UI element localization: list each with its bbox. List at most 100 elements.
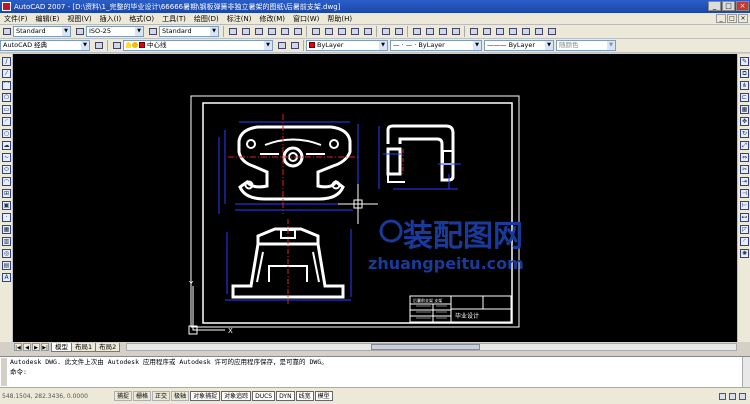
dyn-toggle[interactable]: DYN [276, 391, 295, 401]
doc-close-button[interactable]: × [738, 14, 748, 23]
text-style-icon[interactable] [1, 26, 12, 37]
arc-icon[interactable]: ◜ [2, 117, 11, 126]
print-preview-icon[interactable] [279, 26, 290, 37]
join-icon[interactable]: ⊷ [740, 213, 749, 222]
trim-icon[interactable]: ✂ [740, 165, 749, 174]
make-current-layer-icon[interactable] [276, 40, 287, 51]
command-scrollbar[interactable] [742, 357, 750, 387]
polar-toggle[interactable]: 极轴 [171, 391, 190, 401]
coordinate-readout[interactable]: 548.1504, 282.3436, 0.0000 [0, 393, 114, 400]
ellipse-icon[interactable]: ⬭ [2, 165, 11, 174]
line-icon[interactable]: / [2, 57, 11, 66]
scroll-thumb[interactable] [370, 344, 481, 350]
menu-format[interactable]: 格式(O) [125, 14, 158, 24]
tab-layout2[interactable]: 布局2 [95, 342, 121, 352]
redo-icon[interactable] [393, 26, 404, 37]
menu-insert[interactable]: 插入(I) [96, 14, 126, 24]
menu-draw[interactable]: 绘图(D) [190, 14, 223, 24]
menu-tools[interactable]: 工具(T) [158, 14, 190, 24]
command-window[interactable]: Autodesk DWG. 此文件上次由 Autodesk 应用程序或 Auto… [0, 356, 750, 387]
menu-modify[interactable]: 修改(M) [255, 14, 289, 24]
offset-icon[interactable]: ⊏ [740, 93, 749, 102]
lineweight-select[interactable]: ——— ByLayer ▼ [484, 40, 554, 51]
region-icon[interactable]: ◎ [2, 249, 11, 258]
menu-help[interactable]: 帮助(H) [323, 14, 356, 24]
pan-icon[interactable] [411, 26, 422, 37]
match-properties-icon[interactable] [349, 26, 360, 37]
osnap-toggle[interactable]: 对象捕捉 [190, 391, 221, 401]
scale-icon[interactable]: ⤢ [740, 141, 749, 150]
spline-icon[interactable]: ~ [2, 153, 11, 162]
drawing-canvas[interactable]: 后暑前支架 支架 毕业设计 装配图网 zhuangpeitu.com Y X [13, 54, 737, 342]
fillet-icon[interactable]: ◜ [740, 237, 749, 246]
close-button[interactable]: × [736, 1, 749, 11]
command-input[interactable] [0, 377, 750, 387]
command-prompt[interactable]: 命令: [0, 367, 750, 377]
publish-icon[interactable] [292, 26, 303, 37]
doc-minimize-button[interactable]: _ [716, 14, 726, 23]
gradient-icon[interactable]: ▥ [2, 237, 11, 246]
menu-view[interactable]: 视图(V) [63, 14, 95, 24]
dock-handle[interactable] [1, 358, 7, 386]
linetype-select[interactable]: — · — · ByLayer ▼ [390, 40, 482, 51]
table-style-select[interactable]: Standard ▼ [159, 26, 219, 37]
layer-previous-icon[interactable] [289, 40, 300, 51]
construction-line-icon[interactable]: ⁄ [2, 69, 11, 78]
snap-toggle[interactable]: 捕捉 [114, 391, 133, 401]
break-icon[interactable]: ⊢ [740, 201, 749, 210]
layer-manager-icon[interactable] [111, 40, 122, 51]
undo-icon[interactable] [380, 26, 391, 37]
mtext-icon[interactable]: A [2, 273, 11, 282]
chamfer-icon[interactable]: ◸ [740, 225, 749, 234]
copy-icon[interactable]: ⧉ [740, 69, 749, 78]
dim-style-select[interactable]: ISO-25 ▼ [86, 26, 144, 37]
tab-layout1[interactable]: 布局1 [71, 342, 97, 352]
workspace-select[interactable]: AutoCAD 经典 ▼ [0, 40, 90, 51]
stretch-icon[interactable]: ⇔ [740, 153, 749, 162]
text-style-select[interactable]: Standard ▼ [13, 26, 71, 37]
save-icon[interactable] [253, 26, 264, 37]
new-file-icon[interactable] [227, 26, 238, 37]
copy-icon[interactable] [323, 26, 334, 37]
markup-icon[interactable] [520, 26, 531, 37]
sheet-set-icon[interactable] [507, 26, 518, 37]
maximize-button[interactable]: □ [722, 1, 735, 11]
horizontal-scrollbar[interactable] [126, 343, 737, 351]
properties-icon[interactable] [468, 26, 479, 37]
ortho-toggle[interactable]: 正交 [152, 391, 171, 401]
polygon-icon[interactable]: ⬠ [2, 93, 11, 102]
color-select[interactable]: ByLayer ▼ [306, 40, 388, 51]
hatch-icon[interactable]: ▦ [2, 225, 11, 234]
otrack-toggle[interactable]: 对象追踪 [221, 391, 252, 401]
zoom-realtime-icon[interactable] [424, 26, 435, 37]
extend-icon[interactable]: ⇥ [740, 177, 749, 186]
first-tab-button[interactable]: |◀ [14, 343, 22, 351]
zoom-previous-icon[interactable] [450, 26, 461, 37]
circle-icon[interactable]: ○ [2, 129, 11, 138]
rotate-icon[interactable]: ↻ [740, 129, 749, 138]
menu-dimension[interactable]: 标注(N) [223, 14, 256, 24]
rectangle-icon[interactable]: ▭ [2, 105, 11, 114]
lock-icon[interactable] [729, 392, 736, 400]
dim-style-icon[interactable] [74, 26, 85, 37]
last-tab-button[interactable]: ▶| [41, 343, 49, 351]
minimize-button[interactable]: _ [708, 1, 721, 11]
open-file-icon[interactable] [240, 26, 251, 37]
model-toggle[interactable]: 模型 [314, 391, 333, 401]
menu-file[interactable]: 文件(F) [0, 14, 32, 24]
zoom-window-icon[interactable] [437, 26, 448, 37]
array-icon[interactable]: ▦ [740, 105, 749, 114]
doc-restore-button[interactable]: □ [727, 14, 737, 23]
menu-edit[interactable]: 编辑(E) [32, 14, 64, 24]
communication-center-icon[interactable] [719, 392, 726, 400]
plotstyle-select[interactable]: 随颜色 ▼ [556, 40, 616, 51]
table-icon[interactable]: ▤ [2, 261, 11, 270]
grid-toggle[interactable]: 栅格 [133, 391, 152, 401]
revision-cloud-icon[interactable]: ☁ [2, 141, 11, 150]
quickcalc-icon[interactable] [533, 26, 544, 37]
move-icon[interactable]: ✥ [740, 117, 749, 126]
point-icon[interactable]: · [2, 213, 11, 222]
break-at-point-icon[interactable]: ⊣ [740, 189, 749, 198]
layer-select[interactable]: 中心线 ▼ [123, 40, 273, 51]
insert-block-icon[interactable]: ⊞ [2, 189, 11, 198]
